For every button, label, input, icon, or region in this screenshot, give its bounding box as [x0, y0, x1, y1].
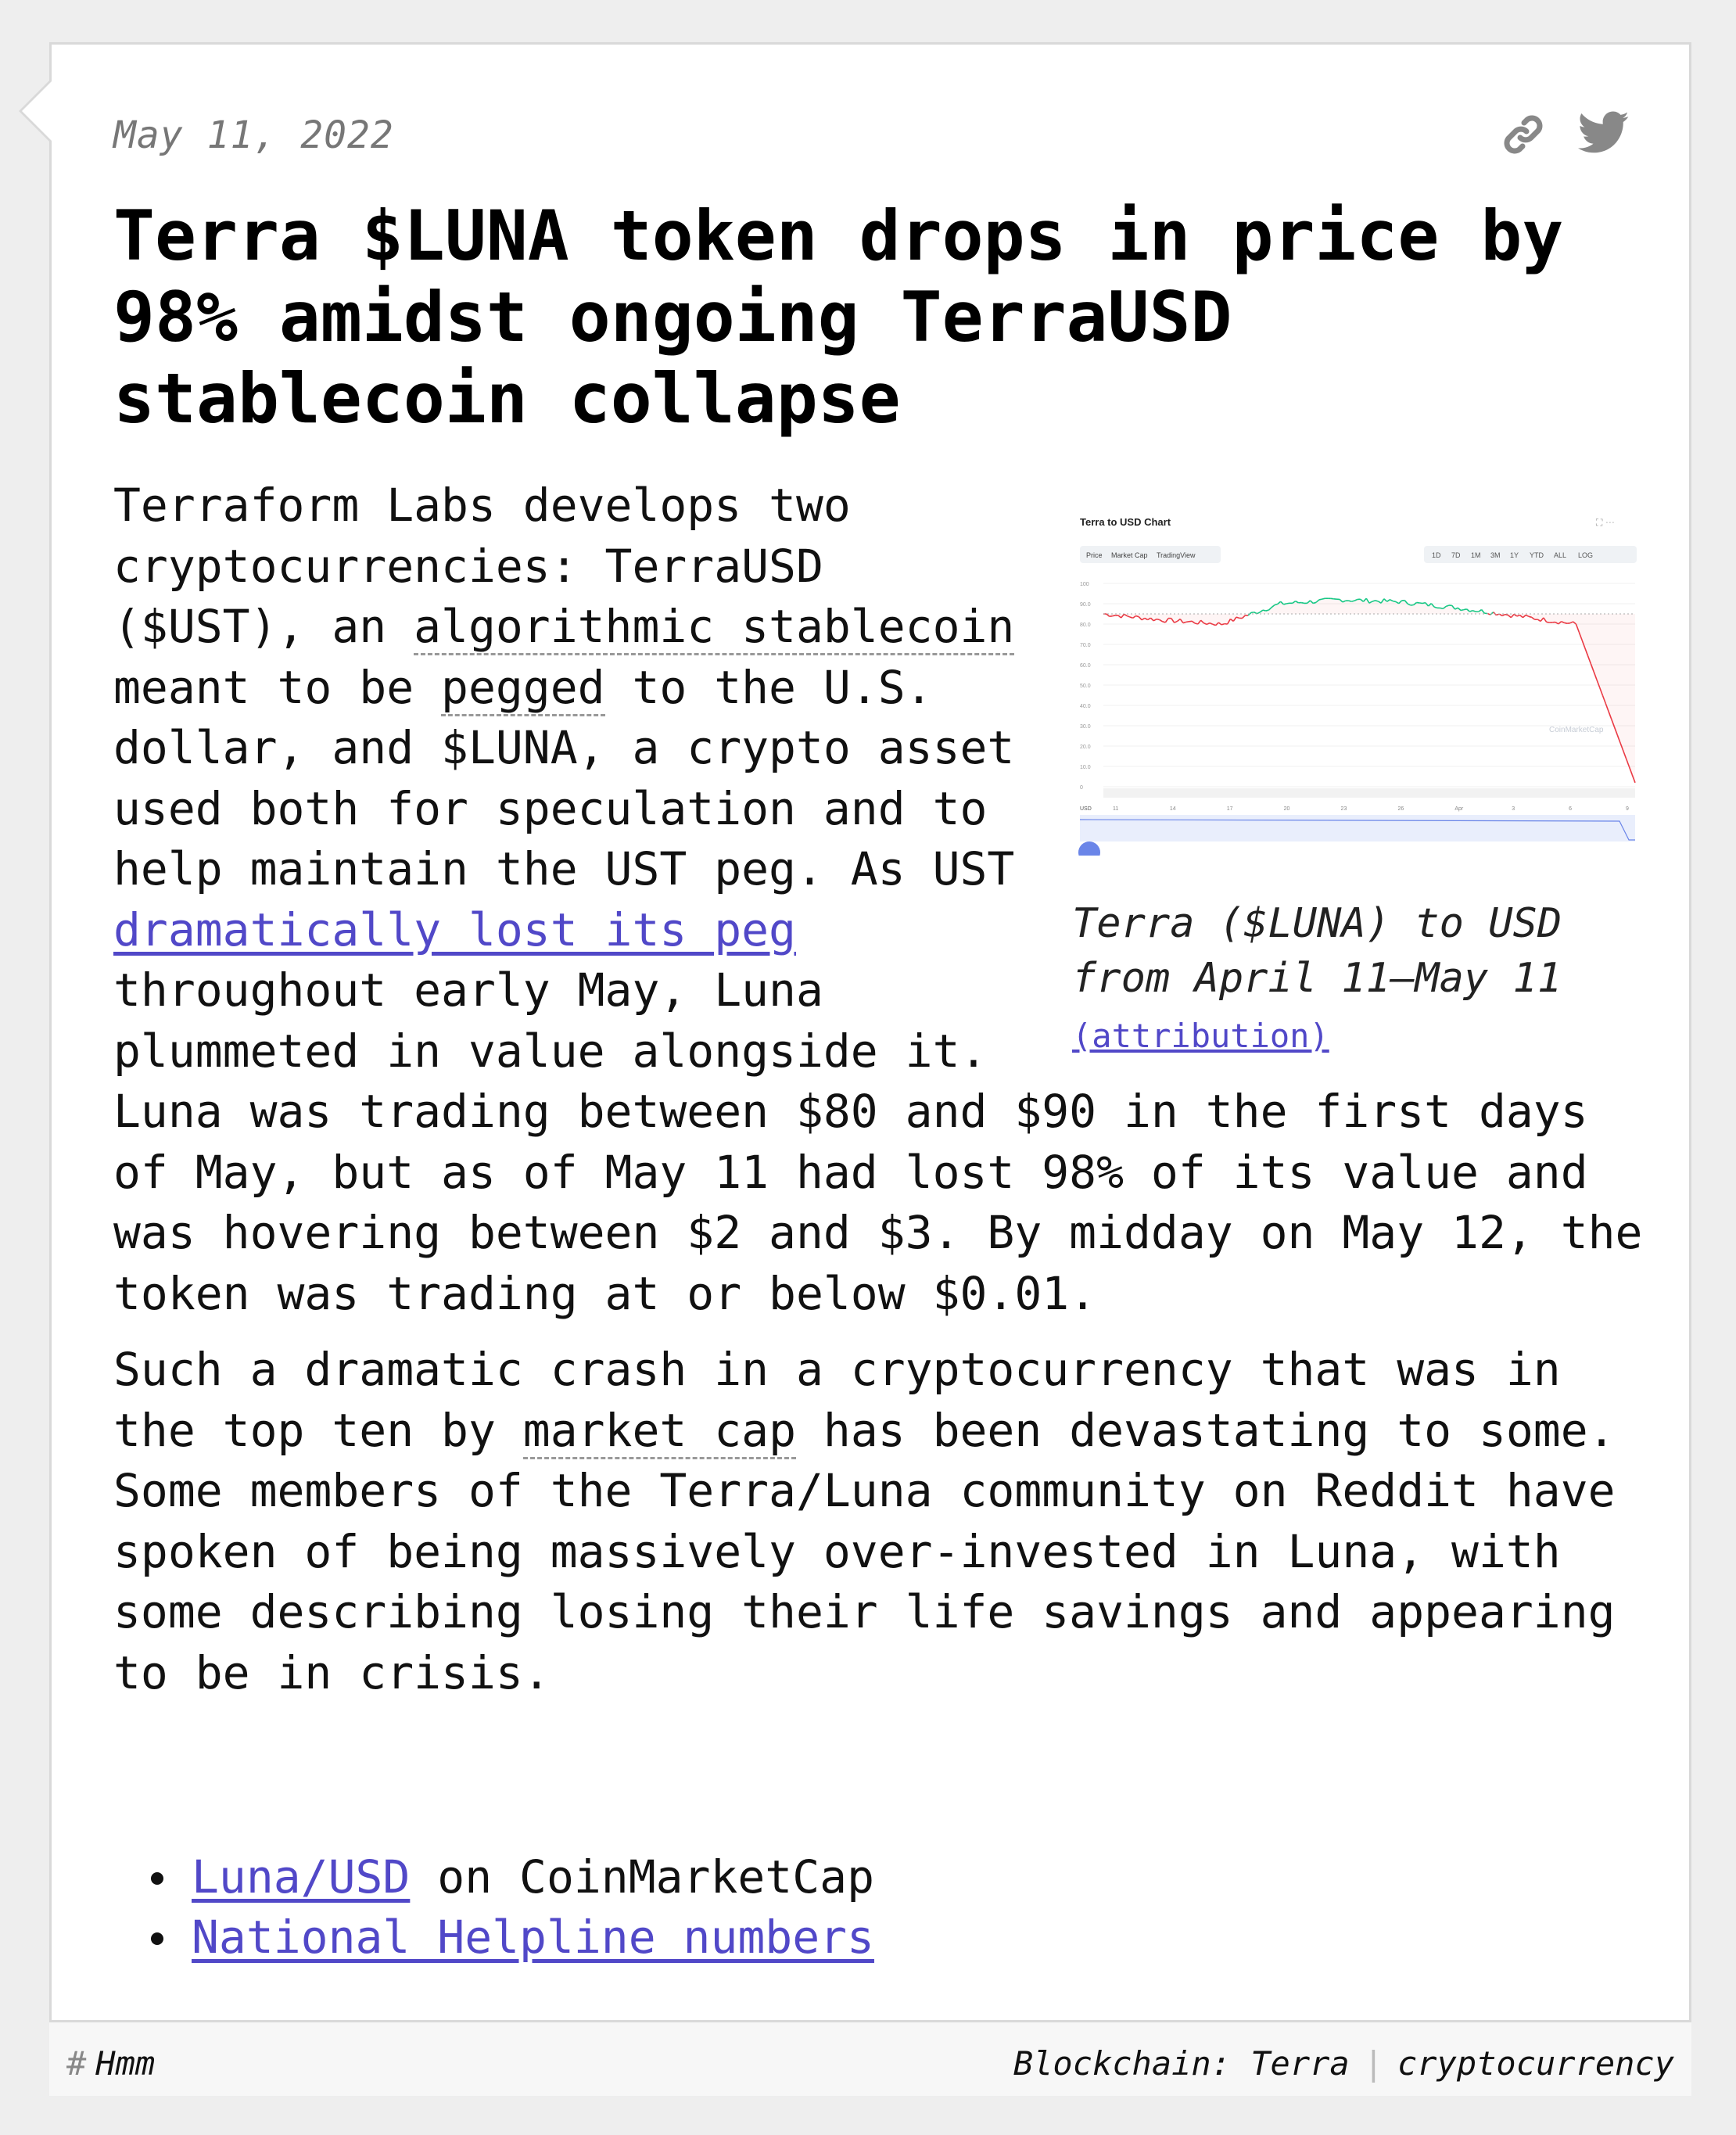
reference-text: on CoinMarketCap — [410, 1850, 874, 1904]
helpline-link[interactable]: National Helpline numbers — [192, 1911, 874, 1964]
range-button[interactable]: 1M — [1471, 551, 1481, 559]
tag-label: Hmm — [95, 2044, 156, 2083]
price-line-segment — [1250, 611, 1254, 614]
p1-text-2: meant to be — [113, 660, 442, 714]
y-tick-label: 70.0 — [1080, 643, 1091, 648]
y-tick-label: 50.0 — [1080, 684, 1091, 689]
x-tick-label: 20 — [1284, 806, 1290, 812]
link-icon[interactable] — [1498, 109, 1548, 163]
topic-blockchain-terra[interactable]: Blockchain: Terra — [1013, 2044, 1350, 2083]
abbr-pegged[interactable]: pegged — [441, 660, 605, 716]
chart-screenshot: Terra to USD Chart ⛶ ⋯ Price Market Cap Trad… — [1072, 505, 1643, 863]
volume-strip — [1103, 788, 1635, 798]
price-line-segment — [1322, 597, 1325, 600]
post-date: May 11, 2022 — [113, 113, 394, 157]
navigator-handle — [1078, 841, 1100, 863]
y-tick-label: 90.0 — [1080, 602, 1091, 608]
x-tick-label: 6 — [1569, 806, 1572, 812]
range-button[interactable]: LOG — [1578, 551, 1593, 559]
x-tick-label: 17 — [1227, 806, 1233, 812]
abbr-market-cap[interactable]: market cap — [522, 1403, 796, 1459]
price-line-segment — [1393, 600, 1397, 603]
abbr-algorithmic-stablecoin[interactable]: algorithmic stablecoin — [414, 600, 1015, 655]
reference-list: Luna/USD on CoinMarketCap National Helpl… — [151, 1847, 874, 1968]
range-button[interactable]: 1Y — [1510, 551, 1519, 559]
topics: Blockchain: Terra | cryptocurrency — [1013, 2044, 1674, 2083]
y-tick-label: 80.0 — [1080, 623, 1091, 628]
topic-separator: | — [1363, 2044, 1383, 2083]
range-button[interactable]: 7D — [1451, 551, 1461, 559]
chart-svg: Terra to USD Chart ⛶ ⋯ Price Market Cap Trad… — [1078, 516, 1637, 863]
range-button[interactable]: YTD — [1530, 551, 1544, 559]
y-tick-label: 10.0 — [1080, 765, 1091, 770]
topic-cryptocurrency[interactable]: cryptocurrency — [1397, 2044, 1674, 2083]
expand-icon: ⛶ ⋯ — [1595, 517, 1615, 528]
y-tick-label: 40.0 — [1080, 704, 1091, 709]
paragraph-2: Such a dramatic crash in a cryptocurrenc… — [113, 1340, 1646, 1703]
price-line-segment — [1528, 615, 1532, 619]
y-tick-label: 60.0 — [1080, 663, 1091, 669]
price-line-segment — [1463, 608, 1467, 611]
x-tick-label: 14 — [1170, 806, 1176, 812]
post-body: Terra to USD Chart ⛶ ⋯ Price Market Cap Trad… — [113, 475, 1646, 1703]
price-line-segment — [1460, 608, 1465, 612]
twitter-icon[interactable] — [1577, 109, 1630, 160]
price-line-segment — [1182, 621, 1187, 624]
price-line-segment — [1265, 609, 1269, 612]
y-tick-label: 0 — [1080, 785, 1083, 791]
lost-peg-link[interactable]: dramatically lost its peg — [113, 903, 796, 956]
y-tick-label: 30.0 — [1080, 724, 1091, 730]
range-button[interactable]: 3M — [1490, 551, 1501, 559]
price-line-segment — [1419, 602, 1423, 605]
price-line-segment — [1300, 601, 1305, 605]
reference-item: National Helpline numbers — [151, 1907, 874, 1968]
chart-tab[interactable]: Market Cap — [1111, 551, 1148, 559]
y-axis-unit: USD — [1080, 806, 1092, 812]
price-line-segment — [1156, 618, 1160, 621]
reference-item: Luna/USD on CoinMarketCap — [151, 1847, 874, 1907]
price-line-segment — [1129, 616, 1134, 619]
price-line-segment — [1274, 603, 1279, 606]
range-button[interactable]: ALL — [1554, 551, 1566, 559]
card-notch-fill — [22, 81, 52, 141]
price-line-segment — [1312, 601, 1317, 605]
price-line-segment — [1185, 621, 1189, 623]
x-tick-label: 3 — [1512, 806, 1515, 812]
price-line-segment — [1283, 603, 1287, 605]
price-line-segment — [1422, 601, 1426, 605]
chart-title: Terra to USD Chart — [1080, 516, 1171, 528]
figure-caption: Terra ($LUNA) to USD from April 11–May 1… — [1072, 896, 1646, 1064]
price-line-segment — [1318, 598, 1322, 601]
caption-text: Terra ($LUNA) to USD from April 11–May 1… — [1072, 900, 1562, 1002]
tag[interactable]: # Hmm — [66, 2044, 155, 2083]
price-line-segment — [1262, 609, 1266, 612]
chart-figure: Terra to USD Chart ⛶ ⋯ Price Market Cap Trad… — [1067, 475, 1646, 1055]
x-tick-label: 26 — [1397, 806, 1404, 812]
price-line-segment — [1546, 621, 1550, 623]
price-line-segment — [1112, 615, 1116, 617]
hash-icon: # — [66, 2044, 87, 2083]
chart-tab[interactable]: TradingView — [1157, 551, 1196, 559]
post-footer: # Hmm Blockchain: Terra | cryptocurrency — [49, 2020, 1691, 2096]
x-tick-label: 11 — [1113, 806, 1118, 812]
price-line-segment — [1135, 615, 1139, 618]
y-tick-label: 20.0 — [1080, 745, 1091, 750]
watermark: CoinMarketCap — [1549, 726, 1604, 734]
chart-tab[interactable]: Price — [1086, 551, 1103, 559]
luna-usd-link[interactable]: Luna/USD — [192, 1850, 410, 1904]
post-title: Terra $LUNA token drops in price by 98% … — [113, 196, 1564, 439]
attribution-link[interactable]: (attribution) — [1072, 1009, 1329, 1064]
x-tick-label: 9 — [1626, 806, 1629, 812]
y-tick-label: 100 — [1080, 582, 1089, 587]
range-button[interactable]: 1D — [1432, 551, 1441, 559]
navigator — [1080, 815, 1635, 841]
price-area — [1103, 598, 1635, 783]
price-line-segment — [1286, 602, 1290, 605]
x-tick-label: Apr — [1454, 806, 1464, 812]
x-tick-label: 23 — [1341, 806, 1347, 812]
